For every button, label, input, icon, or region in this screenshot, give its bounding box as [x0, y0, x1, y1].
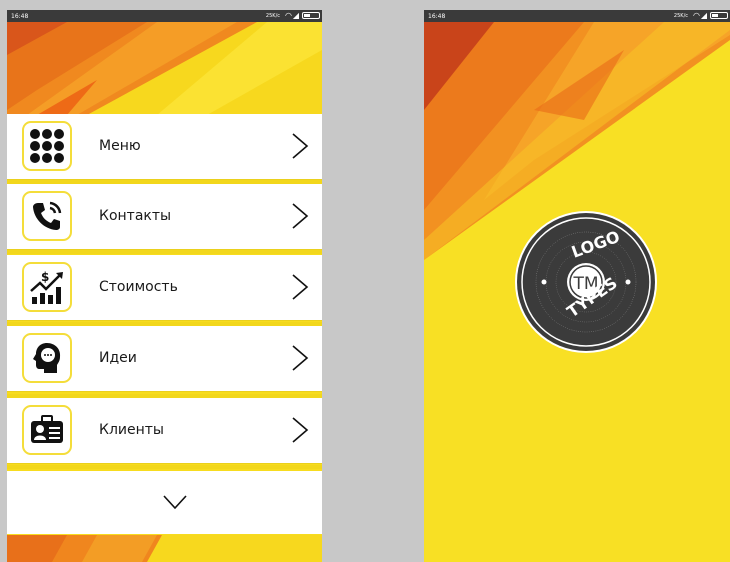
phone-call-icon	[22, 191, 72, 241]
company-logo: TM LOGO TYPES	[515, 211, 657, 353]
menu-item-label: Идеи	[99, 350, 137, 366]
chevron-down-icon	[163, 495, 187, 510]
menu-item-label: Контакты	[99, 208, 172, 224]
menu-item-label: Меню	[99, 138, 141, 154]
chevron-right-icon	[292, 274, 309, 300]
status-time: 16:48	[428, 13, 446, 20]
signal-icon: ◢	[292, 11, 299, 20]
chevron-right-icon	[292, 345, 309, 371]
chevron-right-icon	[292, 417, 309, 443]
wifi-icon: ◠	[693, 11, 700, 20]
wifi-icon: ◠	[285, 11, 292, 20]
idea-head-icon	[22, 333, 72, 383]
network-speed: 25K/c	[673, 13, 688, 19]
menu-item-menu[interactable]: Меню	[7, 114, 322, 179]
svg-text:$: $	[41, 270, 49, 284]
battery-icon	[710, 12, 728, 19]
chevron-right-icon	[292, 203, 309, 229]
menu-item-price[interactable]: $ Стоимость	[7, 255, 322, 320]
menu-item-contacts[interactable]: Контакты	[7, 184, 322, 249]
menu-screen: 16:48 25K/c ◠ ◢ Меню Контакты $ Стоимост…	[7, 10, 322, 562]
footer-background	[7, 535, 322, 562]
signal-icon: ◢	[700, 11, 707, 20]
status-bar: 16:48 25K/c ◠ ◢	[424, 10, 730, 22]
menu-item-label: Стоимость	[99, 279, 178, 295]
status-time: 16:48	[11, 13, 29, 20]
status-bar: 16:48 25K/c ◠ ◢	[7, 10, 322, 22]
chevron-right-icon	[292, 133, 309, 159]
menu-item-label: Клиенты	[99, 422, 164, 438]
menu-item-ideas[interactable]: Идеи	[7, 326, 322, 391]
menu-item-clients[interactable]: Клиенты	[7, 398, 322, 463]
network-speed: 25K/c	[265, 13, 280, 19]
client-card-icon	[22, 405, 72, 455]
splash-screen: 16:48 25K/c ◠ ◢ TM LOGO TYPES	[424, 10, 730, 562]
price-chart-icon: $	[22, 262, 72, 312]
battery-icon	[302, 12, 320, 19]
show-more-button[interactable]	[7, 471, 322, 534]
grid-icon	[22, 121, 72, 171]
